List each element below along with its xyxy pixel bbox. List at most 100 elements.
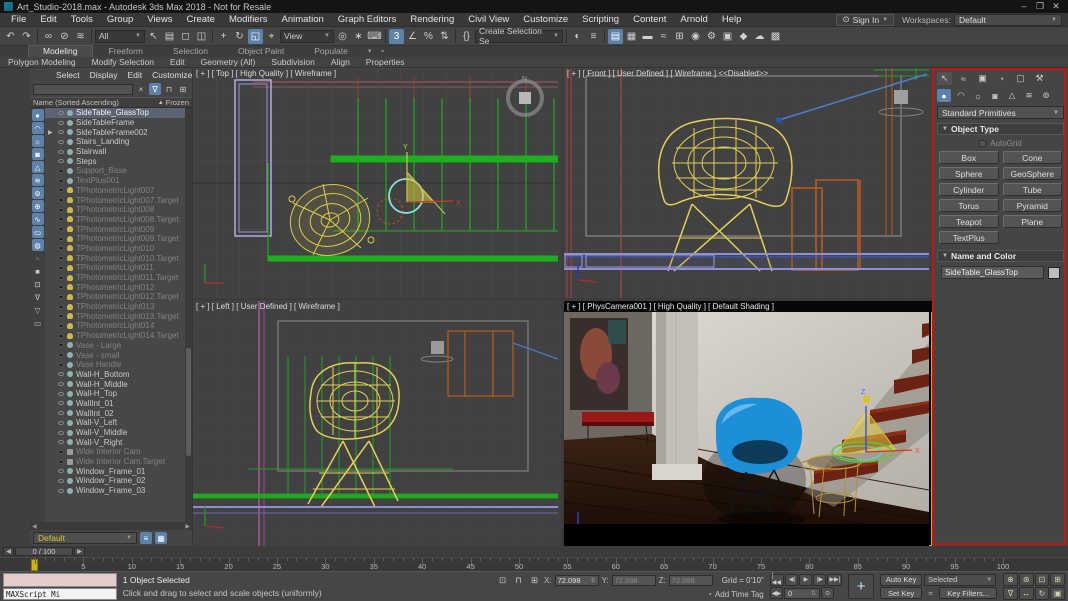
visibility-eye-icon[interactable] [58, 420, 64, 425]
maximize-viewport-icon[interactable]: ▣ [1050, 587, 1066, 600]
visibility-eye-icon[interactable] [58, 236, 64, 241]
display-shapes-icon[interactable]: ◠ [31, 122, 44, 134]
edit-named-selection-sets-icon[interactable]: {} [459, 29, 474, 44]
rectangular-selection-region-icon[interactable]: ◻ [178, 29, 193, 44]
select-and-move-icon[interactable]: + [216, 29, 231, 44]
visibility-eye-icon[interactable] [58, 120, 64, 125]
key-filters-button[interactable]: Key Filters... [939, 587, 998, 600]
explorer-item[interactable]: SideTableFrame [45, 118, 185, 128]
visibility-eye-icon[interactable] [58, 294, 64, 299]
viewport-front-canvas[interactable] [564, 68, 929, 298]
ribbon-tab-modeling[interactable]: Modeling [28, 45, 93, 57]
display-xrefs-icon[interactable]: ⊕ [31, 200, 44, 212]
explorer-item[interactable]: TPhotometricLight007.Target [45, 195, 185, 205]
ribbon-tab-populate[interactable]: Populate [300, 46, 362, 57]
rendered-frame-window-icon[interactable]: ▣ [720, 29, 735, 44]
create-cameras-icon[interactable]: ◙ [988, 89, 1002, 102]
create-tube-button[interactable]: Tube [1002, 183, 1062, 196]
visibility-eye-icon[interactable] [58, 178, 64, 183]
render-setup-icon[interactable]: ⚙ [704, 29, 719, 44]
object-name-field[interactable]: SideTable_GlassTop [941, 266, 1044, 279]
render-production-icon[interactable]: ◆ [736, 29, 751, 44]
display-helpers-icon[interactable]: △ [31, 161, 44, 173]
explorer-item[interactable]: TPhotometricLight014 [45, 321, 185, 331]
visibility-eye-icon[interactable] [58, 430, 64, 435]
explorer-layers-icon[interactable]: ≡ [140, 532, 152, 544]
auto-key-button[interactable]: Auto Key [880, 573, 923, 586]
scroll-right-icon[interactable]: ▶ [185, 523, 190, 530]
time-slider-value[interactable]: 0 / 100 [15, 547, 73, 556]
viewport-left-canvas[interactable] [193, 301, 558, 546]
curve-editor-icon[interactable]: ≈ [656, 29, 671, 44]
visibility-eye-icon[interactable] [58, 323, 64, 328]
close-button[interactable]: ✕ [1048, 0, 1064, 13]
explorer-item[interactable]: Window_Frame_02 [45, 476, 185, 486]
tab-modify[interactable]: ≈ [956, 72, 971, 85]
set-key-button[interactable]: Set Key [880, 587, 923, 600]
visibility-eye-icon[interactable] [58, 343, 64, 348]
go-to-end-button[interactable]: ▶▶| [827, 573, 843, 586]
ribbon-tab-object-paint[interactable]: Object Paint [224, 46, 298, 57]
explorer-menu-edit[interactable]: Edit [124, 70, 147, 80]
visibility-eye-icon[interactable] [58, 372, 64, 377]
mirror-icon[interactable]: ◐ [570, 29, 585, 44]
selection-lock-icon[interactable]: ⊓ [512, 575, 525, 587]
visibility-eye-icon[interactable] [58, 198, 64, 203]
explorer-item[interactable]: Stairwall [45, 147, 185, 157]
scroll-left-icon[interactable]: ◀ [32, 523, 37, 530]
next-frame-arrow[interactable]: ▶ [74, 547, 85, 556]
schematic-view-icon[interactable]: ⊞ [672, 29, 687, 44]
tab-hierarchy[interactable]: ▣ [975, 72, 990, 85]
field-of-view-icon[interactable]: ∇ [1003, 587, 1018, 600]
explorer-item[interactable]: TPhotometricLight011 [45, 263, 185, 273]
explorer-item[interactable]: Support_Base [45, 166, 185, 176]
zoom-icon[interactable]: ⊕ [1003, 573, 1018, 586]
display-hidden-icon[interactable]: ■ [32, 265, 44, 277]
visibility-eye-icon[interactable] [58, 217, 64, 222]
menu-content[interactable]: Content [626, 13, 673, 27]
window-crossing-icon[interactable]: ◫ [194, 29, 209, 44]
visibility-eye-icon[interactable] [58, 362, 64, 367]
display-space-warps-icon[interactable]: ≋ [31, 174, 44, 186]
select-and-rotate-icon[interactable]: ↻ [232, 29, 247, 44]
tab-create[interactable]: ↖ [937, 72, 952, 85]
create-geometry-icon[interactable]: ● [937, 89, 951, 102]
render-gallery-icon[interactable]: ▩ [768, 29, 783, 44]
toggle-ribbon-icon[interactable]: ▬ [640, 29, 655, 44]
x-coordinate-field[interactable]: 72.098 ⇅ [554, 575, 599, 586]
create-plane-button[interactable]: Plane [1002, 215, 1062, 228]
z-coordinate-field[interactable]: 72.098 [668, 575, 713, 586]
create-torus-button[interactable]: Torus [939, 199, 999, 212]
viewport-top[interactable]: [ + ] [ Top ] [ High Quality ] [ Wirefra… [193, 68, 561, 298]
menu-rendering[interactable]: Rendering [403, 13, 461, 27]
display-containers-icon[interactable]: ▭ [31, 226, 44, 238]
expand-all-icon[interactable]: ⊡ [32, 278, 44, 290]
viewport-left[interactable]: [ + ] [ Left ] [ User Defined ] [ Wirefr… [193, 301, 561, 546]
visibility-eye-icon[interactable] [58, 256, 64, 261]
select-object-icon[interactable]: ↖ [146, 29, 161, 44]
menu-edit[interactable]: Edit [33, 13, 63, 27]
explorer-item[interactable]: TPhotometricLight014.Target [45, 331, 185, 341]
select-and-link-icon[interactable]: ∞ [41, 29, 56, 44]
menu-civil-view[interactable]: Civil View [461, 13, 516, 27]
transform-type-in-icon[interactable]: ⊞ [528, 575, 541, 587]
menu-scripting[interactable]: Scripting [575, 13, 626, 27]
explorer-preset-dropdown[interactable]: Default ▼ [33, 532, 137, 544]
explorer-item[interactable]: TPhotometricLight012.Target [45, 292, 185, 302]
create-helpers-icon[interactable]: △ [1005, 89, 1019, 102]
tab-display[interactable]: ▢ [1013, 72, 1028, 85]
visibility-eye-icon[interactable] [58, 130, 64, 135]
display-cameras-icon[interactable]: ◙ [31, 148, 44, 160]
ribbon-overflow-icon[interactable]: ▾ [364, 46, 376, 57]
visibility-eye-icon[interactable] [58, 304, 64, 309]
menu-animation[interactable]: Animation [275, 13, 331, 27]
explorer-item[interactable]: TextPlus001 [45, 176, 185, 186]
explorer-item[interactable]: Wide Interior Cam [45, 447, 185, 457]
reference-coordinate-dropdown[interactable]: View ▼ [280, 29, 334, 43]
explorer-item[interactable]: TPhotometricLight013 [45, 302, 185, 312]
explorer-item[interactable]: ▶ SideTableFrame002 [45, 127, 185, 137]
viewport-camera-label[interactable]: [ + ] [ PhysCamera001 ] [ High Quality ]… [567, 302, 774, 311]
new-container-icon[interactable]: ▭ [32, 317, 44, 329]
explorer-item[interactable]: TPhotometricLight010.Target [45, 253, 185, 263]
explorer-item[interactable]: Steps [45, 156, 185, 166]
